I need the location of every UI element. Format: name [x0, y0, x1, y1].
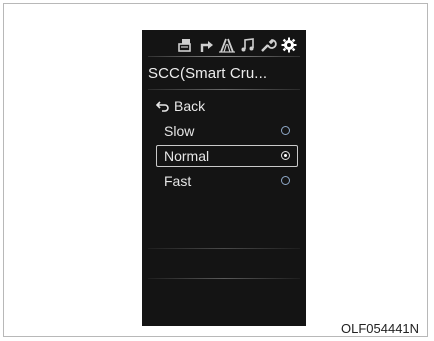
figure-code: OLF054441N — [341, 321, 420, 336]
audio-icon[interactable] — [239, 36, 257, 54]
radio-button[interactable] — [281, 126, 290, 135]
menu-divider — [148, 248, 300, 249]
option-fast[interactable]: Fast — [156, 170, 298, 192]
gear-icon[interactable] — [280, 36, 298, 54]
menu-title: SCC(Smart Cru... — [148, 65, 268, 82]
option-label: Normal — [164, 148, 210, 164]
mode-icon-bar — [142, 34, 306, 56]
option-normal[interactable]: Normal — [156, 145, 298, 167]
wrench-icon[interactable] — [259, 36, 277, 54]
radio-button[interactable] — [281, 151, 290, 160]
back-arrow-icon — [156, 100, 170, 112]
option-slow[interactable]: Slow — [156, 120, 298, 142]
option-label: Slow — [164, 123, 195, 139]
back-label: Back — [174, 98, 206, 114]
menu-divider — [148, 278, 300, 279]
turn-by-turn-icon[interactable] — [197, 36, 215, 54]
icon-bar-divider — [148, 56, 300, 57]
option-label: Fast — [164, 173, 192, 189]
cluster-display: SCC(Smart Cru... Back Slow Normal Fast — [142, 30, 306, 326]
title-divider — [148, 89, 300, 90]
radio-button[interactable] — [281, 176, 290, 185]
back-button[interactable]: Back — [156, 97, 205, 115]
lane-assist-icon[interactable] — [218, 36, 236, 54]
trip-computer-icon[interactable] — [176, 36, 194, 54]
